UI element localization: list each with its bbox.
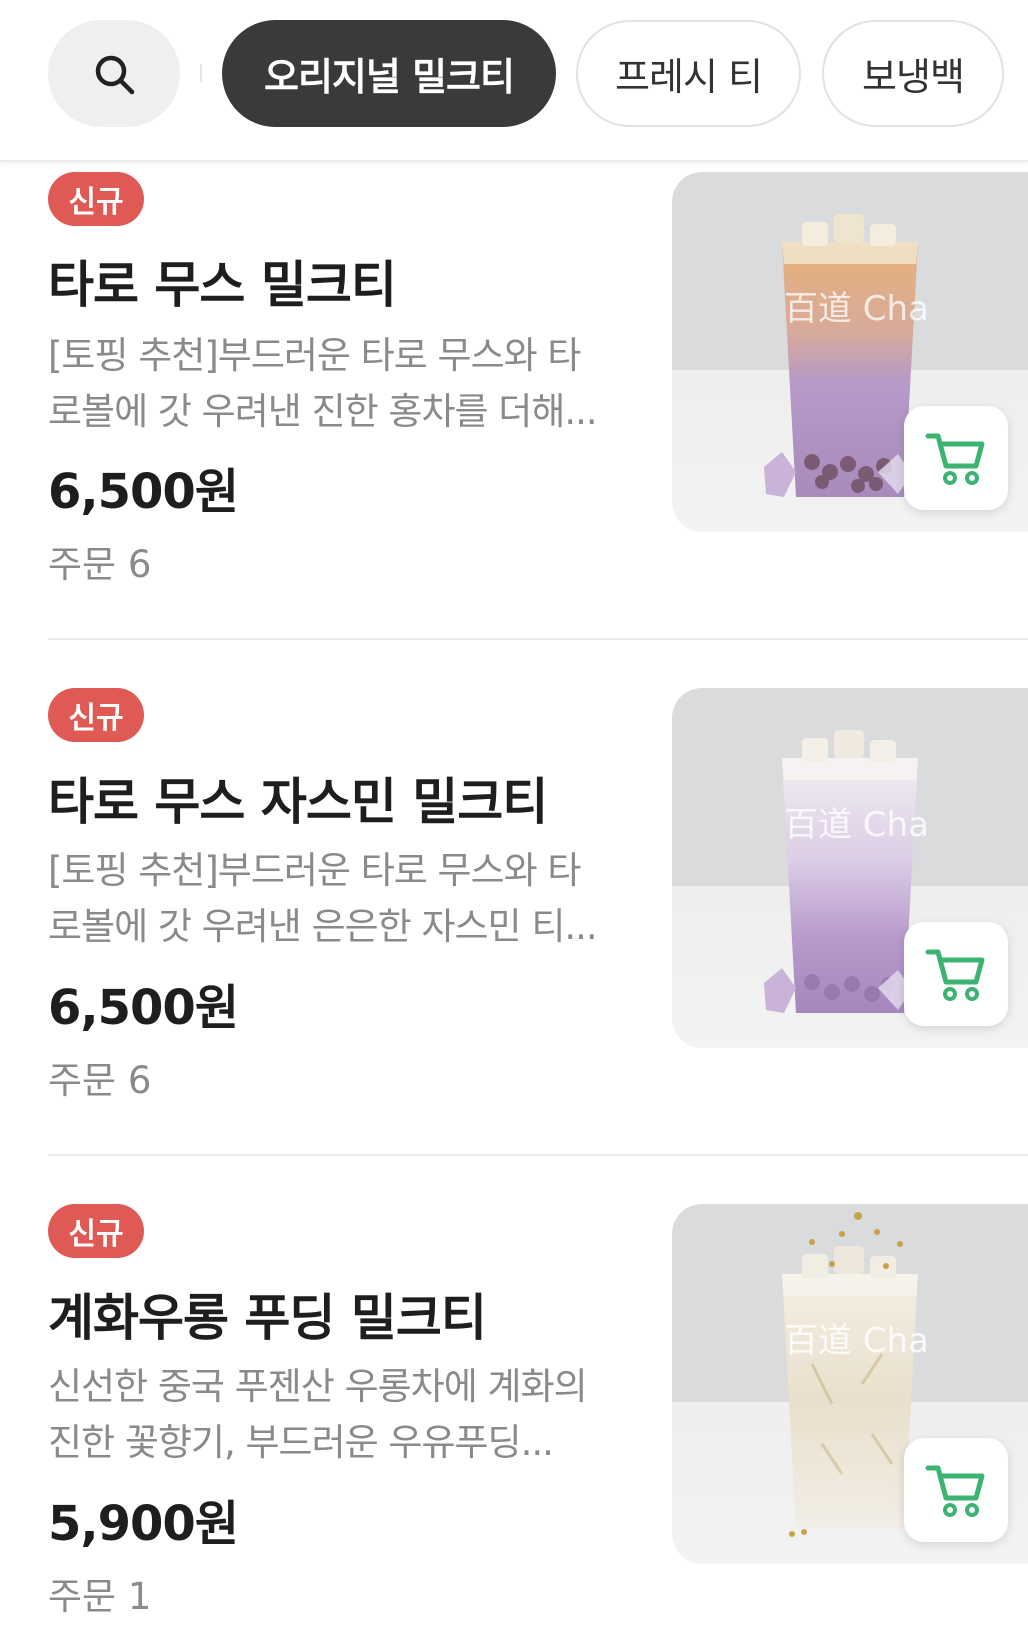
image-brand-text: 百道 Cha bbox=[784, 805, 929, 845]
add-to-cart-button[interactable] bbox=[904, 406, 1008, 510]
item-description: [토핑 추천]부드러운 타로 무스와 타 로볼에 갓 우려낸 진한 홍차를 더해… bbox=[48, 328, 628, 440]
description-line: [토핑 추천]부드러운 타로 무스와 타 bbox=[48, 334, 581, 377]
item-price: 5,900원 bbox=[48, 1496, 239, 1552]
cart-icon bbox=[925, 433, 985, 485]
description-line: [토핑 추천]부드러운 타로 무스와 타 bbox=[48, 849, 581, 892]
search-icon bbox=[95, 55, 135, 94]
new-badge: 신규 bbox=[48, 688, 144, 742]
add-to-cart-button[interactable] bbox=[904, 922, 1008, 1026]
item-price: 6,500원 bbox=[48, 464, 239, 520]
item-description: 신선한 중국 푸젠산 우롱차에 계화의 진한 꽃향기, 부드러운 우유푸딩... bbox=[48, 1359, 628, 1471]
item-name: 타로 무스 밀크티 bbox=[48, 256, 397, 314]
chip-original-milk-tea[interactable]: 오리지널 밀크티 bbox=[222, 20, 556, 127]
description-line: 신선한 중국 푸젠산 우롱차에 계화의 bbox=[48, 1365, 588, 1408]
cart-icon bbox=[925, 949, 985, 1001]
cart-icon bbox=[925, 1465, 985, 1517]
item-price: 6,500원 bbox=[48, 980, 239, 1036]
description-line: 로볼에 갓 우려낸 은은한 자스민 티... bbox=[48, 905, 598, 948]
category-bar: 오리지널 밀크티 프레시 티 보냉백 bbox=[0, 0, 1028, 162]
new-badge: 신규 bbox=[48, 172, 144, 226]
order-count: 주문 6 bbox=[48, 1059, 152, 1102]
order-count: 주문 6 bbox=[48, 543, 152, 586]
divider bbox=[200, 64, 202, 82]
chip-fresh-tea[interactable]: 프레시 티 bbox=[576, 20, 801, 127]
item-description: [토핑 추천]부드러운 타로 무스와 타 로볼에 갓 우려낸 은은한 자스민 티… bbox=[48, 843, 628, 955]
item-divider bbox=[48, 1154, 1028, 1156]
new-badge: 신규 bbox=[48, 1204, 144, 1258]
description-line: 진한 꽃향기, 부드러운 우유푸딩... bbox=[48, 1421, 554, 1464]
description-line: 로볼에 갓 우려낸 진한 홍차를 더해... bbox=[48, 390, 598, 433]
image-brand-text: 百道 Cha bbox=[784, 289, 929, 329]
chip-cooler-bag[interactable]: 보냉백 bbox=[822, 20, 1004, 127]
search-button[interactable] bbox=[48, 20, 180, 127]
item-divider bbox=[48, 638, 1028, 640]
image-brand-text: 百道 Cha bbox=[784, 1321, 929, 1361]
item-name: 타로 무스 자스민 밀크티 bbox=[48, 773, 548, 831]
order-count: 주문 1 bbox=[48, 1575, 152, 1618]
item-name: 계화우롱 푸딩 밀크티 bbox=[48, 1289, 487, 1347]
add-to-cart-button[interactable] bbox=[904, 1438, 1008, 1542]
